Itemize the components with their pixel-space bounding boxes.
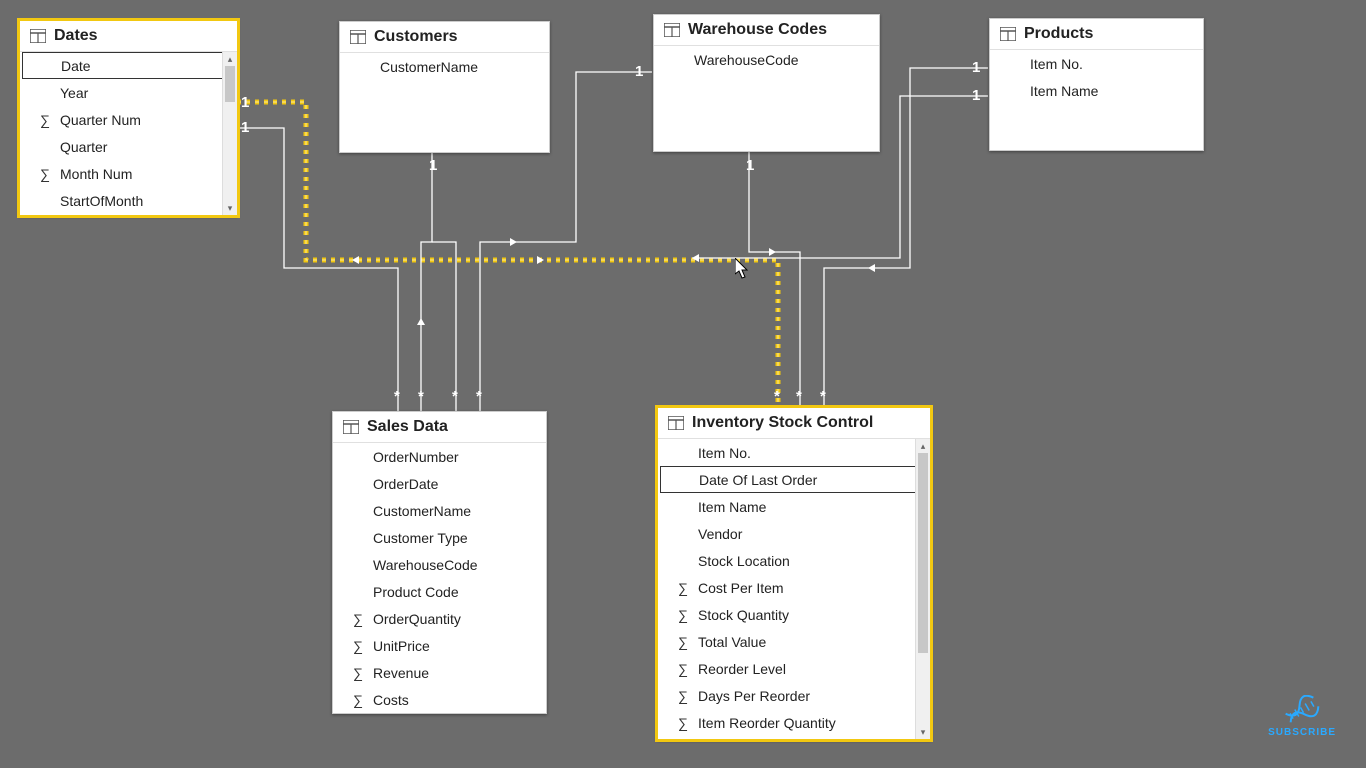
table-warehouse[interactable]: Warehouse Codes WarehouseCode — [653, 14, 880, 152]
table-inventory[interactable]: Inventory Stock Control Item No. Date Of… — [657, 407, 931, 740]
field-inv-item-no[interactable]: Item No. — [658, 439, 930, 466]
table-header-sales[interactable]: Sales Data — [333, 412, 546, 443]
table-title: Products — [1024, 25, 1093, 43]
field-start-of-month[interactable]: StartOfMonth — [20, 187, 237, 214]
scroll-down-icon[interactable]: ▾ — [916, 725, 930, 739]
table-icon — [343, 420, 359, 434]
field-list-dates: Date Year ∑Quarter Num Quarter ∑Month Nu… — [20, 52, 237, 215]
field-inv-stock-location[interactable]: Stock Location — [658, 547, 930, 574]
cardinality-customers-1: 1 — [429, 157, 437, 174]
field-order-date[interactable]: OrderDate — [333, 470, 546, 497]
cardinality-sales-many-1: * — [394, 388, 400, 405]
table-sales[interactable]: Sales Data OrderNumber OrderDate Custome… — [332, 411, 547, 714]
cardinality-sales-many-3: * — [452, 388, 458, 405]
table-title: Inventory Stock Control — [692, 414, 873, 432]
table-header-customers[interactable]: Customers — [340, 22, 549, 53]
field-costs[interactable]: ∑Costs — [333, 686, 546, 713]
scroll-up-icon[interactable]: ▴ — [223, 52, 237, 66]
field-warehouse-code-s[interactable]: WarehouseCode — [333, 551, 546, 578]
cardinality-sales-many-4: * — [476, 388, 482, 405]
field-inv-date-of-last-order[interactable]: Date Of Last Order — [660, 466, 928, 493]
scroll-down-icon[interactable]: ▾ — [223, 201, 237, 215]
table-icon — [1000, 27, 1016, 41]
table-dates[interactable]: Dates Date Year ∑Quarter Num Quarter ∑Mo… — [19, 20, 238, 216]
field-item-no[interactable]: Item No. — [990, 50, 1203, 77]
table-products[interactable]: Products Item No. Item Name — [989, 18, 1204, 151]
field-order-quantity[interactable]: ∑OrderQuantity — [333, 605, 546, 632]
cardinality-dates-1b: 1 — [241, 119, 249, 136]
field-customer-name-s[interactable]: CustomerName — [333, 497, 546, 524]
scroll-up-icon[interactable]: ▴ — [916, 439, 930, 453]
field-warehouse-code[interactable]: WarehouseCode — [654, 46, 879, 73]
cardinality-products-1b: 1 — [972, 87, 980, 104]
field-inv-cost-per-item[interactable]: ∑Cost Per Item — [658, 574, 930, 601]
field-inv-item-reorder-qty[interactable]: ∑Item Reorder Quantity — [658, 709, 930, 736]
cardinality-dates-1a: 1 — [241, 94, 249, 111]
cardinality-warehouse-1-bottom: 1 — [746, 157, 754, 174]
scrollbar-dates[interactable]: ▴ ▾ — [222, 52, 237, 215]
table-header-products[interactable]: Products — [990, 19, 1203, 50]
field-list-sales: OrderNumber OrderDate CustomerName Custo… — [333, 443, 546, 713]
field-customer-name[interactable]: CustomerName — [340, 53, 549, 80]
field-list-inventory: Item No. Date Of Last Order Item Name Ve… — [658, 439, 930, 739]
field-inv-reorder-level[interactable]: ∑Reorder Level — [658, 655, 930, 682]
field-inv-days-per-reorder[interactable]: ∑Days Per Reorder — [658, 682, 930, 709]
field-date[interactable]: Date — [22, 52, 235, 79]
table-icon — [664, 23, 680, 37]
scroll-thumb[interactable] — [918, 453, 928, 653]
subscribe-watermark: SUBSCRIBE — [1268, 695, 1336, 738]
scroll-thumb[interactable] — [225, 66, 235, 102]
table-title: Dates — [54, 27, 98, 45]
dna-icon — [1280, 695, 1324, 725]
cardinality-inv-many-1: * — [774, 388, 780, 405]
field-list-customers: CustomerName — [340, 53, 549, 80]
table-icon — [30, 29, 46, 43]
table-header-dates[interactable]: Dates — [20, 21, 237, 52]
table-header-inventory[interactable]: Inventory Stock Control — [658, 408, 930, 439]
field-product-code[interactable]: Product Code — [333, 578, 546, 605]
table-icon — [350, 30, 366, 44]
field-quarter-num[interactable]: ∑Quarter Num — [20, 106, 237, 133]
field-inv-total-value[interactable]: ∑Total Value — [658, 628, 930, 655]
field-customer-type[interactable]: Customer Type — [333, 524, 546, 551]
table-title: Customers — [374, 28, 458, 46]
table-header-warehouse[interactable]: Warehouse Codes — [654, 15, 879, 46]
field-inv-vendor[interactable]: Vendor — [658, 520, 930, 547]
scrollbar-inventory[interactable]: ▴ ▾ — [915, 439, 930, 739]
field-inv-item-name[interactable]: Item Name — [658, 493, 930, 520]
field-inv-stock-qty[interactable]: ∑Stock Quantity — [658, 601, 930, 628]
table-title: Sales Data — [367, 418, 448, 436]
field-unit-price[interactable]: ∑UnitPrice — [333, 632, 546, 659]
field-month-num[interactable]: ∑Month Num — [20, 160, 237, 187]
cardinality-warehouse-1-left: 1 — [635, 63, 643, 80]
field-item-name[interactable]: Item Name — [990, 77, 1203, 104]
cardinality-products-1a: 1 — [972, 59, 980, 76]
table-customers[interactable]: Customers CustomerName — [339, 21, 550, 153]
field-year[interactable]: Year — [20, 79, 237, 106]
cardinality-sales-many-2: * — [418, 388, 424, 405]
model-canvas[interactable]: 1 1 1 1 1 1 1 * * * * * * * Dates Date Y… — [0, 0, 1366, 768]
field-list-warehouse: WarehouseCode — [654, 46, 879, 73]
cardinality-inv-many-3: * — [820, 388, 826, 405]
field-order-number[interactable]: OrderNumber — [333, 443, 546, 470]
mouse-cursor-icon — [735, 258, 751, 280]
table-icon — [668, 416, 684, 430]
field-revenue[interactable]: ∑Revenue — [333, 659, 546, 686]
cardinality-inv-many-2: * — [796, 388, 802, 405]
table-title: Warehouse Codes — [688, 21, 827, 39]
field-quarter[interactable]: Quarter — [20, 133, 237, 160]
field-list-products: Item No. Item Name — [990, 50, 1203, 104]
subscribe-text: SUBSCRIBE — [1268, 727, 1336, 738]
